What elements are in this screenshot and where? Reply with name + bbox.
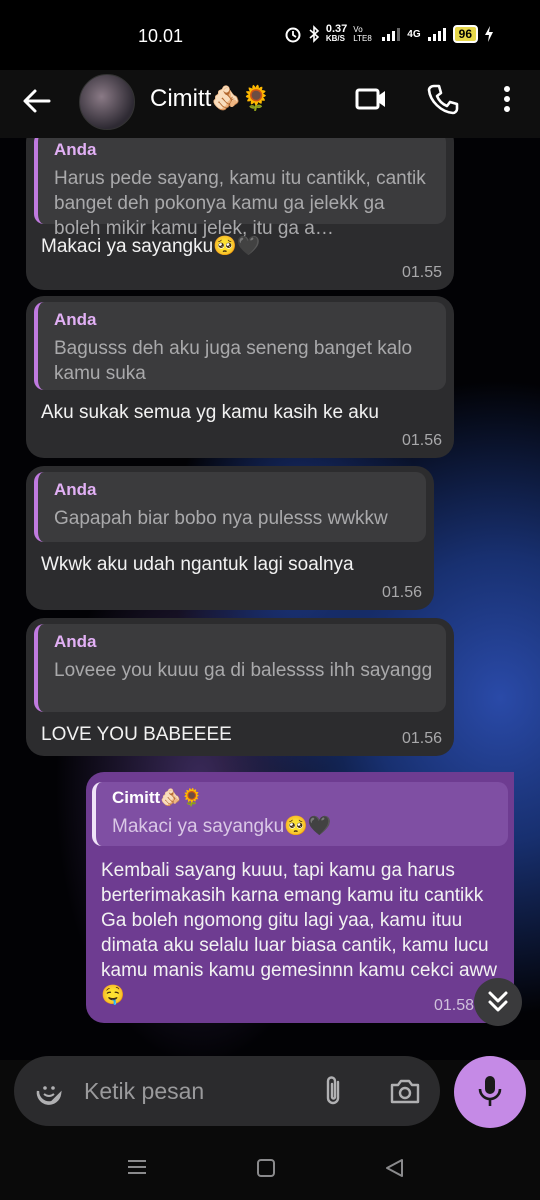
message-time: 01.56 <box>401 432 442 449</box>
status-time: 10.01 <box>138 26 184 46</box>
bluetooth-icon <box>309 25 320 43</box>
more-vert-icon[interactable] <box>490 82 524 116</box>
message-text: Wkwk aku udah ngantuk lagi soalnya <box>41 554 354 575</box>
home-icon[interactable] <box>256 1158 276 1178</box>
quote-sender: Anda <box>54 632 97 651</box>
quote-text: Makaci ya sayangku🥺🖤 <box>112 816 332 837</box>
reply-quote[interactable]: Cimitt🫵🏻🌻 Makaci ya sayangku🥺🖤 <box>92 782 508 846</box>
quote-text: Harus pede sayang, kamu itu cantikk, can… <box>54 168 426 239</box>
quote-text: Bagusss deh aku juga seneng banget kalo … <box>54 338 413 384</box>
received-message[interactable]: Anda Harus pede sayang, kamu itu cantikk… <box>26 138 454 290</box>
reply-quote[interactable]: Anda Loveee you kuuu ga di balessss ihh … <box>34 624 446 712</box>
microphone-icon <box>478 1076 502 1106</box>
quote-sender: Anda <box>54 140 97 159</box>
contact-avatar[interactable] <box>79 74 135 130</box>
message-time: 01.55 <box>401 264 442 281</box>
signal-icon <box>382 28 401 41</box>
quote-sender: Cimitt🫵🏻🌻 <box>112 788 203 807</box>
video-call-icon[interactable] <box>354 82 388 116</box>
recents-icon[interactable] <box>126 1158 148 1176</box>
phone-icon[interactable] <box>426 82 460 116</box>
charging-icon <box>485 26 493 42</box>
back-arrow-icon[interactable] <box>22 86 52 116</box>
camera-icon[interactable] <box>388 1074 422 1108</box>
sent-message[interactable]: Cimitt🫵🏻🌻 Makaci ya sayangku🥺🖤 Kembali s… <box>86 772 514 1023</box>
net-speed: 0.37 KB/S <box>326 24 347 44</box>
message-time: 01.56 <box>381 584 422 601</box>
received-message[interactable]: Anda Loveee you kuuu ga di balessss ihh … <box>26 618 454 756</box>
status-icons: 0.37 KB/S Vo LTE8 4G 96 <box>284 24 494 44</box>
message-time: 01.58 <box>433 997 474 1014</box>
message-text: Aku sukak semua yg kamu kasih ke aku <box>41 402 379 423</box>
battery-indicator: 96 <box>452 25 478 43</box>
contact-name[interactable]: Cimitt🫵🏻🌻 <box>150 84 271 113</box>
reply-quote[interactable]: Anda Bagusss deh aku juga seneng banget … <box>34 302 446 390</box>
scroll-down-button[interactable] <box>474 978 522 1026</box>
sticker-icon[interactable] <box>34 1076 64 1106</box>
reply-quote[interactable]: Anda Gapapah biar bobo nya pulesss wwkkw <box>34 472 426 542</box>
input-placeholder: Ketik pesan <box>84 1078 205 1104</box>
quote-sender: Anda <box>54 480 97 499</box>
volte-indicator: Vo LTE8 <box>353 25 372 43</box>
back-nav-icon[interactable] <box>384 1158 404 1178</box>
double-chevron-down-icon <box>488 991 508 1012</box>
message-input[interactable]: Ketik pesan <box>14 1056 440 1126</box>
alarm-icon <box>285 27 301 43</box>
quote-text: Gapapah biar bobo nya pulesss wwkkw <box>54 508 388 529</box>
signal-icon-2 <box>427 28 446 41</box>
quote-sender: Anda <box>54 310 97 329</box>
voice-record-button[interactable] <box>454 1056 526 1128</box>
received-message[interactable]: Anda Gapapah biar bobo nya pulesss wwkkw… <box>26 466 434 610</box>
chat-area[interactable]: Anda Harus pede sayang, kamu itu cantikk… <box>0 138 540 1060</box>
message-input-bar: Ketik pesan <box>0 1056 540 1140</box>
net-speed-unit: KB/S <box>325 34 345 43</box>
quote-text: Loveee you kuuu ga di balessss ihh sayan… <box>54 660 433 681</box>
chat-header: Cimitt🫵🏻🌻 <box>0 70 540 138</box>
net-speed-value: 0.37 <box>325 23 348 35</box>
message-text: LOVE YOU BABEEEE <box>41 724 232 745</box>
received-message[interactable]: Anda Bagusss deh aku juga seneng banget … <box>26 296 454 458</box>
reply-quote[interactable]: Anda Harus pede sayang, kamu itu cantikk… <box>34 138 446 239</box>
network-type: 4G <box>407 28 421 40</box>
status-bar: 10.01 0.37 KB/S Vo LTE8 4G 96 <box>0 0 540 70</box>
message-text: Kembali sayang kuuu, tapi kamu ga harus … <box>101 860 497 1006</box>
message-text: Makaci ya sayangku🥺🖤 <box>41 236 261 257</box>
message-time: 01.56 <box>401 730 442 747</box>
paperclip-icon[interactable] <box>320 1074 346 1108</box>
system-nav-bar <box>0 1134 540 1200</box>
